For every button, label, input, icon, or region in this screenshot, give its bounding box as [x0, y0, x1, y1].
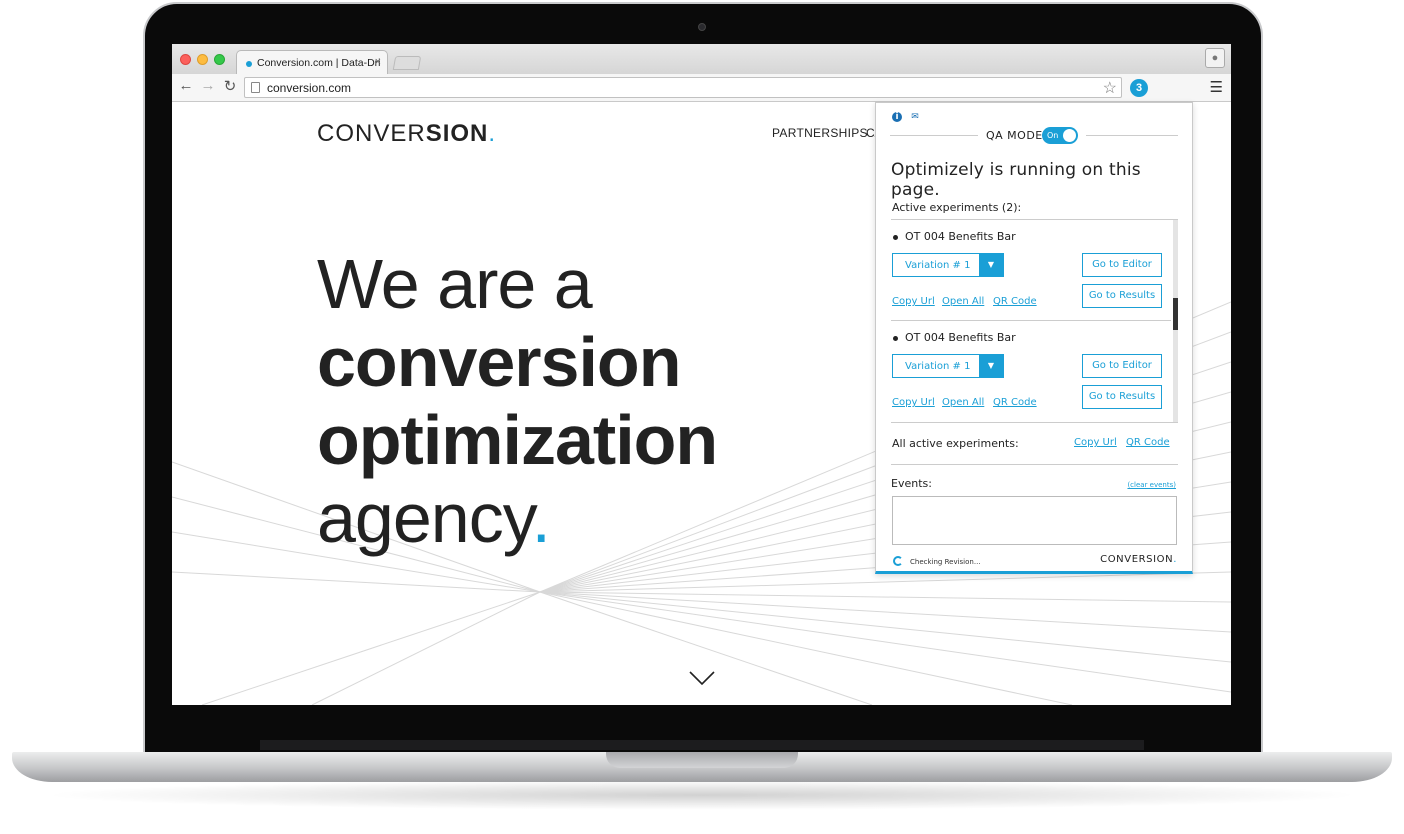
go-to-editor-button[interactable]: Go to Editor [1082, 253, 1162, 277]
new-tab-button[interactable] [392, 56, 422, 70]
logo-bold: SION [425, 120, 489, 147]
scrollbar-thumb[interactable] [1173, 298, 1178, 330]
events-log[interactable] [892, 496, 1177, 545]
extension-badge-icon[interactable]: 3 [1130, 79, 1148, 97]
mail-icon[interactable]: ✉ [910, 112, 920, 122]
laptop-mockup: Conversion.com | Data-Dri × ● ← → ↻ conv… [0, 0, 1404, 834]
brand-dot: . [1173, 554, 1177, 565]
logo-regular: CONVER [317, 120, 426, 147]
site-logo[interactable]: CONVERSION. [317, 120, 496, 148]
divider-line [891, 464, 1178, 465]
events-label: Events: [891, 477, 932, 490]
variation-value: Variation # 1 [905, 361, 971, 372]
qr-code-link[interactable]: QR Code [993, 397, 1037, 408]
browser-tab-active[interactable]: Conversion.com | Data-Dri × [236, 50, 388, 74]
copy-url-link[interactable]: Copy Url [892, 296, 935, 307]
divider-line [1086, 135, 1178, 136]
hero-line-1: We are a [317, 245, 593, 323]
back-arrow-icon[interactable]: ← [176, 77, 196, 94]
toggle-knob [1063, 129, 1076, 142]
hero-line-2: conversion [317, 323, 681, 401]
reload-icon[interactable]: ↻ [220, 77, 240, 95]
open-all-link[interactable]: Open All [942, 296, 984, 307]
go-to-editor-button[interactable]: Go to Editor [1082, 354, 1162, 378]
experiment-item: OT 004 Benefits Bar Variation # 1 ▼ Go to… [891, 220, 1171, 321]
hero-dot: . [531, 479, 551, 557]
close-window-button[interactable] [180, 54, 191, 65]
info-icon[interactable]: i [892, 112, 902, 122]
all-qr-code-link[interactable]: QR Code [1126, 437, 1170, 448]
dropdown-arrow-icon[interactable]: ▼ [979, 254, 1003, 276]
experiment-name: OT 004 Benefits Bar [905, 331, 1016, 344]
active-experiments-heading: Active experiments (2): [892, 201, 1022, 214]
brand-text: CONVERSION [1100, 554, 1174, 565]
nav-partnerships[interactable]: PARTNERSHIPS [772, 126, 868, 140]
hero-line-4: agency [317, 479, 533, 557]
favicon-icon [246, 61, 252, 67]
logo-dot: . [488, 120, 497, 147]
address-bar[interactable]: conversion.com ☆ [244, 77, 1122, 98]
laptop-shadow [40, 780, 1364, 810]
laptop-notch [606, 752, 798, 768]
laptop-hinge [260, 740, 1144, 750]
dropdown-arrow-icon[interactable]: ▼ [979, 355, 1003, 377]
status-text: Checking Revision... [910, 558, 981, 566]
go-to-results-button[interactable]: Go to Results [1082, 385, 1162, 409]
bookmark-star-icon[interactable]: ☆ [1103, 78, 1117, 98]
scroll-down-chevron-icon[interactable] [688, 670, 716, 686]
divider-line [890, 135, 978, 136]
url-text: conversion.com [267, 81, 352, 95]
brand-logo: CONVERSION. [1100, 554, 1177, 565]
variation-select[interactable]: Variation # 1 ▼ [892, 253, 1004, 277]
browser-menu-icon[interactable]: ☰ [1210, 78, 1223, 96]
browser-toolbar: ← → ↻ conversion.com ☆ 3 ☰ [172, 74, 1231, 102]
experiment-list-scrollbar[interactable] [1173, 220, 1178, 422]
loading-spinner-icon [893, 556, 903, 566]
page-icon [251, 82, 260, 93]
experiment-item: OT 004 Benefits Bar Variation # 1 ▼ Go to… [891, 321, 1171, 421]
camera-icon [698, 23, 706, 31]
minimize-window-button[interactable] [197, 54, 208, 65]
variation-value: Variation # 1 [905, 260, 971, 271]
open-all-link[interactable]: Open All [942, 397, 984, 408]
copy-url-link[interactable]: Copy Url [892, 397, 935, 408]
hero-line-3: optimization [317, 401, 718, 479]
tab-bar: Conversion.com | Data-Dri × ● [172, 44, 1231, 74]
go-to-results-button[interactable]: Go to Results [1082, 284, 1162, 308]
browser-window: Conversion.com | Data-Dri × ● ← → ↻ conv… [172, 44, 1231, 705]
experiment-name: OT 004 Benefits Bar [905, 230, 1016, 243]
running-message: Optimizely is running on this page. [891, 160, 1141, 200]
all-copy-url-link[interactable]: Copy Url [1074, 437, 1117, 448]
experiment-list[interactable]: OT 004 Benefits Bar Variation # 1 ▼ Go to… [891, 219, 1178, 423]
forward-arrow-icon[interactable]: → [198, 77, 218, 94]
bullet [893, 336, 898, 341]
tab-close-icon[interactable]: × [375, 56, 381, 68]
bullet [893, 235, 898, 240]
qa-mode-label: QA MODE [986, 129, 1043, 142]
clear-events-link[interactable]: (clear events) [1127, 481, 1176, 489]
qa-mode-row: QA MODE On [890, 125, 1178, 145]
qa-extension-popup: i ✉ QA MODE On Optimizely is running on … [875, 102, 1193, 574]
user-profile-icon[interactable]: ● [1205, 48, 1225, 68]
qa-mode-toggle[interactable]: On [1042, 127, 1078, 144]
hero-heading: We are a conversion optimization agency. [317, 245, 718, 557]
tab-title: Conversion.com | Data-Dri [257, 57, 381, 69]
qr-code-link[interactable]: QR Code [993, 296, 1037, 307]
toggle-label: On [1047, 131, 1059, 140]
zoom-window-button[interactable] [214, 54, 225, 65]
variation-select[interactable]: Variation # 1 ▼ [892, 354, 1004, 378]
